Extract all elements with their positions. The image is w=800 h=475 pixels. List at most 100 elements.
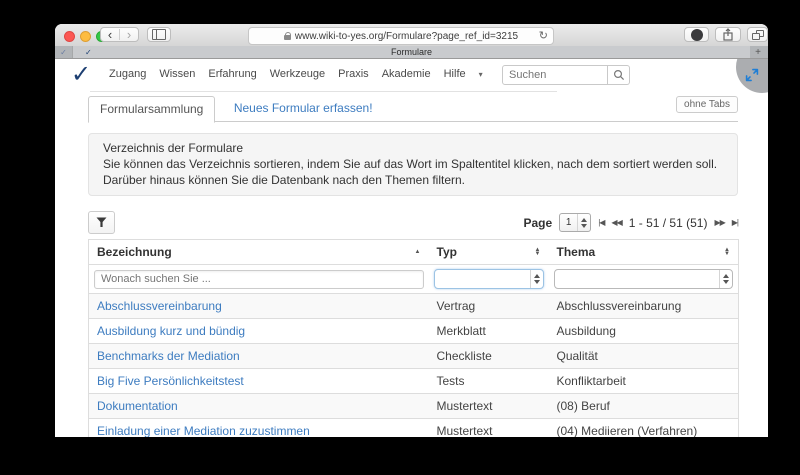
- sidebar-toggle-button[interactable]: [147, 27, 171, 42]
- tab-overview-icon: [752, 30, 764, 40]
- column-header-typ[interactable]: Typ ▲▼: [429, 240, 549, 265]
- forward-button[interactable]: ›: [119, 29, 138, 40]
- filter-cell: [549, 265, 739, 294]
- table-cell: Benchmarks der Mediation: [89, 344, 429, 369]
- table-cell: Dokumentation: [89, 394, 429, 419]
- show-all-tabs-button[interactable]: [747, 27, 768, 42]
- menu-item-werkzeuge[interactable]: Werkzeuge: [270, 68, 325, 80]
- table-row: Big Five PersönlichkeitstestTestsKonflik…: [89, 369, 739, 394]
- table-row: Einladung einer Mediation zuzustimmen Mus…: [89, 419, 739, 438]
- thema-filter-select[interactable]: [554, 269, 734, 289]
- table-row: DokumentationMustertext(08) Beruf: [89, 394, 739, 419]
- menu-item-praxis[interactable]: Praxis: [338, 68, 369, 80]
- column-header-bezeichnung[interactable]: Bezeichnung▲: [89, 240, 429, 265]
- search-button[interactable]: [608, 65, 630, 85]
- table-cell: Big Five Persönlichkeitstest: [89, 369, 429, 394]
- tab-neues-formular-link[interactable]: Neues Formular erfassen!: [234, 101, 373, 115]
- lock-icon: [284, 32, 291, 40]
- column-label: Thema: [557, 245, 596, 259]
- form-link[interactable]: Ausbildung kurz und bündig: [97, 324, 245, 338]
- column-label: Bezeichnung: [97, 245, 172, 259]
- active-browser-tab[interactable]: ✓ Formulare: [73, 46, 750, 58]
- extension-button[interactable]: [684, 27, 709, 42]
- site-logo-checkmark-icon[interactable]: ✓: [71, 60, 91, 89]
- share-button[interactable]: [715, 27, 741, 42]
- next-page-icon[interactable]: ▶▶: [714, 218, 724, 227]
- table-cell: Ausbildung kurz und bündig: [89, 319, 429, 344]
- search-input[interactable]: [502, 65, 608, 85]
- diagonal-resize-icon: [743, 66, 761, 84]
- sort-arrows-icon: ▲▼: [535, 248, 541, 256]
- main-content: Formularsammlung Neues Formular erfassen…: [88, 95, 738, 437]
- filter-button[interactable]: [88, 211, 115, 234]
- minimize-window-button[interactable]: [80, 31, 91, 42]
- menu-item-akademie[interactable]: Akademie: [382, 68, 431, 80]
- column-label: Typ: [437, 245, 457, 259]
- page-select-value: 1: [560, 217, 577, 228]
- previous-page-icon[interactable]: ◀◀: [611, 218, 621, 227]
- table-cell: Merkblatt: [429, 319, 549, 344]
- form-link[interactable]: Abschlussvereinbarung: [97, 299, 222, 313]
- form-link[interactable]: Big Five Persönlichkeitstest: [97, 374, 244, 388]
- stepper-icon: [577, 214, 590, 231]
- page-viewport: ✓ Zugang Wissen Erfahrung Werkzeuge Praxis Ak…: [55, 59, 768, 437]
- pinned-tab[interactable]: ✓: [55, 46, 73, 58]
- table-row: AbschlussvereinbarungVertragAbschlussver…: [89, 294, 739, 319]
- typ-filter-select[interactable]: [434, 269, 544, 289]
- new-tab-button[interactable]: +: [751, 46, 765, 58]
- close-window-button[interactable]: [64, 31, 75, 42]
- form-link[interactable]: Benchmarks der Mediation: [97, 349, 240, 363]
- menu-item-erfahrung[interactable]: Erfahrung: [208, 68, 256, 80]
- menu-item-zugang[interactable]: Zugang: [109, 68, 146, 80]
- browser-toolbar: ‹ › www.wiki-to-yes.org/Formulare?page_r…: [55, 24, 768, 47]
- address-bar[interactable]: www.wiki-to-yes.org/Formulare?page_ref_i…: [248, 27, 554, 45]
- reload-icon[interactable]: ↻: [539, 31, 548, 41]
- form-link[interactable]: Einladung einer Mediation zuzustimmen: [97, 424, 310, 437]
- tab-favicon: ✓: [85, 48, 92, 57]
- form-link[interactable]: Dokumentation: [97, 399, 178, 413]
- intro-body: Sie können das Verzeichnis sortieren, in…: [103, 156, 719, 188]
- pinned-tab-favicon: ✓: [60, 48, 67, 57]
- table-cell: Vertrag: [429, 294, 549, 319]
- table-cell: Abschlussvereinbarung: [89, 294, 429, 319]
- table-body: AbschlussvereinbarungVertragAbschlussver…: [89, 294, 739, 438]
- search-icon: [613, 69, 625, 81]
- table-cell: Mustertext: [429, 419, 549, 438]
- table-row: Ausbildung kurz und bündig MerkblattAusbi…: [89, 319, 739, 344]
- tab-formularsammlung[interactable]: Formularsammlung: [88, 96, 215, 123]
- table-cell: Mustertext: [429, 394, 549, 419]
- first-page-icon[interactable]: |◀: [598, 218, 604, 227]
- forms-table: Bezeichnung▲ Typ ▲▼ Thema▲▼: [88, 239, 739, 437]
- page-tab-strip: Formularsammlung Neues Formular erfassen…: [88, 95, 738, 122]
- table-cell: Ausbildung: [549, 319, 739, 344]
- browser-tab-bar: ✓ ✓ Formulare +: [55, 46, 768, 59]
- column-header-thema[interactable]: Thema▲▼: [549, 240, 739, 265]
- main-menu: Zugang Wissen Erfahrung Werkzeuge Praxis Akad…: [109, 68, 483, 80]
- table-cell: Checkliste: [429, 344, 549, 369]
- table-cell: Tests: [429, 369, 549, 394]
- table-cell: Einladung einer Mediation zuzustimmen: [89, 419, 429, 438]
- filter-cell: [89, 265, 429, 294]
- funnel-icon: [96, 217, 107, 228]
- share-icon: [722, 28, 734, 41]
- table-cell: (04) Mediieren (Verfahren): [549, 419, 739, 438]
- menu-item-hilfe[interactable]: Hilfe: [444, 68, 466, 80]
- menu-item-wissen[interactable]: Wissen: [159, 68, 195, 80]
- tab-title: Formulare: [391, 47, 432, 57]
- back-button[interactable]: ‹: [101, 29, 119, 40]
- table-row: Benchmarks der Mediation ChecklisteQualit…: [89, 344, 739, 369]
- ohne-tabs-button[interactable]: ohne Tabs: [676, 96, 738, 113]
- pagination-range: 1 - 51 / 51 (51): [629, 216, 708, 230]
- chevron-down-icon[interactable]: ▾: [479, 70, 483, 79]
- stepper-icon: [719, 270, 732, 288]
- page-select[interactable]: 1: [559, 213, 591, 232]
- intro-box: Verzeichnis der Formulare Sie können das…: [88, 133, 738, 196]
- extension-icon: [691, 29, 703, 41]
- pagination: Page 1 |◀ ◀◀ 1 - 51 / 51 (51) ▶▶ ▶|: [524, 213, 739, 232]
- table-cell: Qualität: [549, 344, 739, 369]
- site-search: [502, 65, 630, 85]
- sidebar-icon: [152, 29, 166, 40]
- navbar-divider: [90, 91, 557, 92]
- table-search-input[interactable]: [94, 270, 424, 289]
- last-page-icon[interactable]: ▶|: [732, 218, 738, 227]
